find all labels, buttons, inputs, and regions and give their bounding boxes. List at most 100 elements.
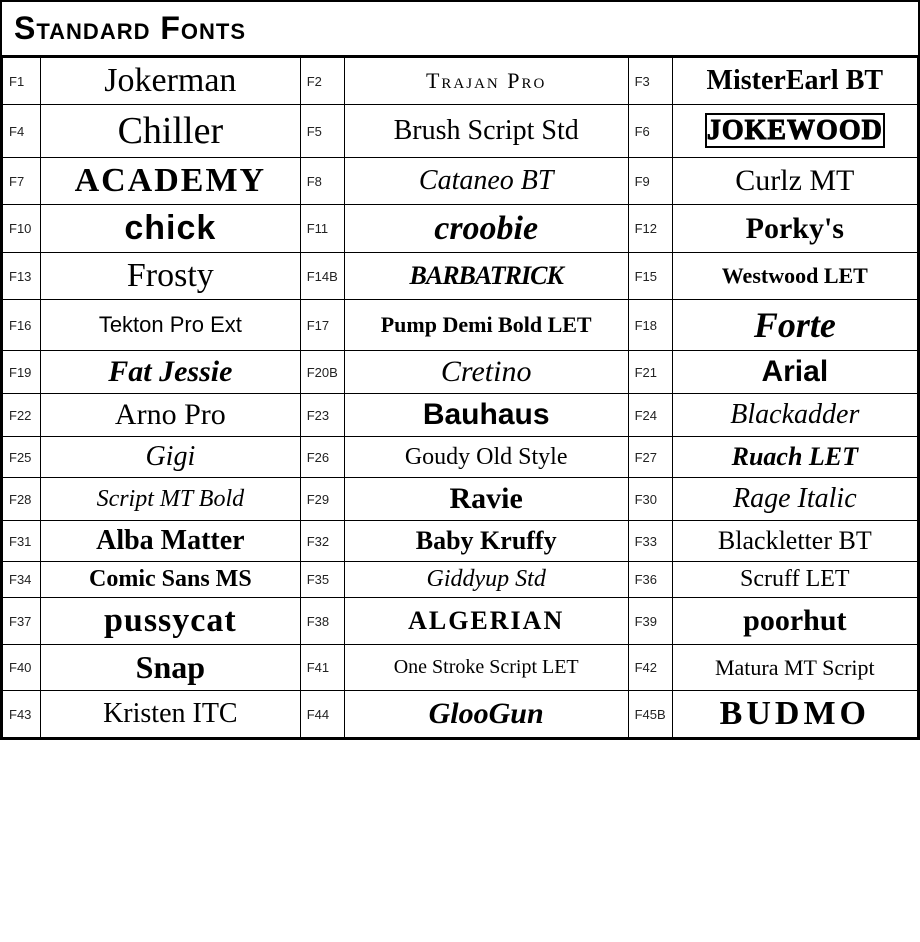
font-code: F33	[628, 521, 672, 562]
font-sample-text: Script MT Bold	[97, 486, 245, 512]
table-row: F16Tekton Pro ExtF17Pump Demi Bold LETF1…	[3, 300, 918, 351]
font-code: F36	[628, 562, 672, 598]
font-sample-text: Chiller	[118, 110, 224, 152]
font-sample-text: BUDMO	[719, 694, 871, 733]
font-sample-text: Goudy Old Style	[405, 444, 568, 470]
font-code: F22	[3, 394, 41, 437]
font-sample: Rage Italic	[672, 478, 917, 521]
font-sample-text: croobie	[434, 210, 538, 247]
font-sample: Alba Matter	[41, 521, 301, 562]
font-sample: Scruff LET	[672, 562, 917, 598]
font-code: F13	[3, 253, 41, 300]
table-row: F31Alba MatterF32Baby KruffyF33Blacklett…	[3, 521, 918, 562]
font-sample: Snap	[41, 645, 301, 691]
font-sample: MisterEarl BT	[672, 58, 917, 105]
font-sample-text: Frosty	[127, 257, 214, 294]
font-sample-text: Matura MT Script	[715, 655, 875, 680]
font-sample-text: Westwood LET	[722, 263, 868, 288]
font-code: F15	[628, 253, 672, 300]
font-code: F1	[3, 58, 41, 105]
font-sample-text: Gigi	[145, 441, 195, 472]
font-code: F27	[628, 437, 672, 478]
font-sample-text: Brush Script Std	[394, 115, 579, 146]
font-sample-text: Blackletter BT	[718, 526, 872, 555]
font-sample-text: Comic Sans MS	[89, 566, 252, 592]
font-sample-text: Forte	[754, 305, 836, 345]
font-code: F11	[300, 205, 344, 253]
font-sample: ACADEMY	[41, 158, 301, 205]
font-sample-text: poorhut	[743, 604, 846, 637]
font-sample-text: Arial	[761, 355, 828, 388]
font-sample: JOKEWOOD	[672, 105, 917, 158]
font-sample: Chiller	[41, 105, 301, 158]
table-row: F19Fat JessieF20BCretinoF21Arial	[3, 351, 918, 394]
main-container: Standard Fonts F1JokermanF2Trajan ProF3M…	[0, 0, 920, 740]
table-row: F34Comic Sans MSF35Giddyup StdF36Scruff …	[3, 562, 918, 598]
font-code: F21	[628, 351, 672, 394]
font-code: F31	[3, 521, 41, 562]
font-code: F20B	[300, 351, 344, 394]
font-sample: ALGERIAN	[344, 598, 628, 645]
font-sample-text: Curlz MT	[735, 164, 854, 197]
font-sample-text: pussycat	[104, 602, 237, 639]
font-sample: Curlz MT	[672, 158, 917, 205]
font-code: F2	[300, 58, 344, 105]
table-row: F43Kristen ITCF44GlooGunF45BBUDMO	[3, 691, 918, 738]
font-sample-text: Jokerman	[104, 62, 236, 99]
fonts-table: F1JokermanF2Trajan ProF3MisterEarl BTF4C…	[2, 57, 918, 738]
font-code: F7	[3, 158, 41, 205]
font-sample: poorhut	[672, 598, 917, 645]
font-sample: Blackadder	[672, 394, 917, 437]
font-code: F12	[628, 205, 672, 253]
font-sample: croobie	[344, 205, 628, 253]
table-row: F7ACADEMYF8Cataneo BTF9Curlz MT	[3, 158, 918, 205]
font-sample-text: ACADEMY	[75, 162, 267, 199]
font-code: F19	[3, 351, 41, 394]
font-code: F30	[628, 478, 672, 521]
font-code: F14B	[300, 253, 344, 300]
font-sample: GlooGun	[344, 691, 628, 738]
font-code: F29	[300, 478, 344, 521]
table-row: F37pussycatF38ALGERIANF39poorhut	[3, 598, 918, 645]
table-row: F4ChillerF5Brush Script StdF6JOKEWOOD	[3, 105, 918, 158]
font-sample-text: Pump Demi Bold LET	[381, 312, 592, 337]
font-code: F17	[300, 300, 344, 351]
font-sample-text: Rage Italic	[733, 483, 857, 514]
font-code: F6	[628, 105, 672, 158]
font-sample-text: chick	[124, 209, 216, 247]
font-code: F35	[300, 562, 344, 598]
font-code: F34	[3, 562, 41, 598]
font-sample-text: Trajan Pro	[426, 68, 546, 93]
table-row: F22Arno ProF23BauhausF24Blackadder	[3, 394, 918, 437]
font-sample-text: Porky's	[746, 212, 844, 245]
font-sample-text: One Stroke Script LET	[394, 656, 579, 678]
font-code: F23	[300, 394, 344, 437]
font-sample-text: Tekton Pro Ext	[99, 312, 242, 337]
font-sample-text: Cretino	[441, 355, 532, 388]
font-sample: Trajan Pro	[344, 58, 628, 105]
font-sample: Tekton Pro Ext	[41, 300, 301, 351]
font-sample-text: Kristen ITC	[103, 698, 238, 729]
font-code: F39	[628, 598, 672, 645]
table-row: F28Script MT BoldF29RavieF30Rage Italic	[3, 478, 918, 521]
table-row: F13 Frosty F14B BARBATRICK F15 Westwood LET	[3, 253, 918, 300]
font-code: F38	[300, 598, 344, 645]
font-code: F16	[3, 300, 41, 351]
font-code: F10	[3, 205, 41, 253]
font-sample-text: Scruff LET	[740, 566, 850, 592]
font-code: F9	[628, 158, 672, 205]
font-sample: Porky's	[672, 205, 917, 253]
font-sample: Gigi	[41, 437, 301, 478]
table-row: F10 chick F11 croobie F12 Porky's	[3, 205, 918, 253]
font-sample: Pump Demi Bold LET	[344, 300, 628, 351]
font-sample-text: Alba Matter	[96, 525, 245, 556]
table-row: F40SnapF41One Stroke Script LETF42Matura…	[3, 645, 918, 691]
font-sample-text: Arno Pro	[115, 398, 226, 431]
font-sample-text: Blackadder	[730, 399, 859, 430]
font-code: F28	[3, 478, 41, 521]
font-sample: Cataneo BT	[344, 158, 628, 205]
font-sample: Script MT Bold	[41, 478, 301, 521]
font-code: F40	[3, 645, 41, 691]
font-sample: Baby Kruffy	[344, 521, 628, 562]
font-sample-text: BARBATRICK	[410, 261, 563, 290]
